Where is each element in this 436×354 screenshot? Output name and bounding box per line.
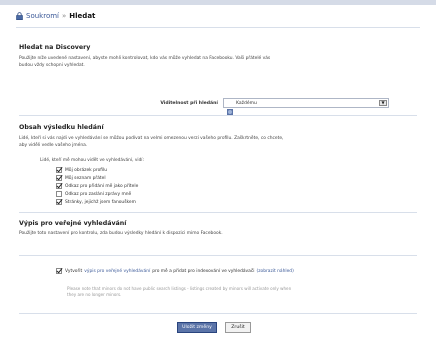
discovery-description-line: budou vždy schopni vyhledat. [19, 62, 85, 68]
preview-link[interactable]: (zobrazit náhled) [256, 269, 293, 274]
discovery-description: Použijte níže uvedené nastavení, abyste … [19, 56, 411, 69]
public-listing-middle: pro mě a přidat pro indexování ve vyhled… [152, 268, 255, 274]
checkbox[interactable] [56, 199, 62, 205]
minors-note-line: they are no longer minors. [67, 292, 122, 298]
results-description-line: Lidé, kteří si vás najdi ve vyhledávání … [19, 136, 284, 141]
breadcrumb-privacy-link[interactable]: Soukromí [26, 12, 59, 20]
section-divider [19, 212, 417, 213]
public-listing-checkbox[interactable] [56, 268, 62, 274]
checkbox[interactable] [56, 191, 62, 197]
visibility-selected-value: Každému [236, 100, 257, 106]
results-section-title: Obsah výsledku hledání [19, 124, 104, 131]
visibility-label: Viditelnost při hledání [160, 100, 218, 106]
public-section-title: Výpis pro veřejné vyhledávání [19, 220, 127, 227]
option-label: Můj obrázek profilu [65, 167, 108, 173]
minors-note: Please note that minors do not have publ… [67, 286, 407, 299]
public-listing-prefix: Vytvořit [65, 268, 83, 274]
checkbox[interactable] [56, 175, 62, 181]
results-sub-label: Lidé, kteří mě mohou vidět ve vyhledáván… [40, 158, 144, 163]
results-options-list: Můj obrázek profilu Můj seznam přátel Od… [56, 166, 138, 206]
option-profile-picture[interactable]: Můj obrázek profilu [56, 166, 138, 174]
breadcrumb-divider [16, 27, 420, 28]
top-bar [0, 0, 436, 5]
public-description: Použijte toto nastavení pro kontrolu, zd… [19, 231, 223, 236]
checkbox[interactable] [56, 167, 62, 173]
public-listing-row[interactable]: Vytvořit výpis pro veřejné vyhledávání p… [56, 268, 294, 274]
section-divider [19, 313, 417, 314]
checkbox[interactable] [56, 183, 62, 189]
visibility-row: Viditelnost při hledání Každému ▼ [140, 98, 389, 115]
option-label: Stránky, jejichž jsem fanouškem [65, 199, 136, 205]
results-description-line: aby viděli vedle vašeho jména. [19, 142, 88, 148]
lock-icon [16, 12, 23, 20]
globe-icon [227, 100, 233, 115]
public-listing-link[interactable]: výpis pro veřejné vyhledávání [84, 269, 150, 274]
page-title: Hledat [69, 12, 96, 20]
option-label: Můj seznam přátel [65, 175, 106, 181]
option-message-link[interactable]: Odkaz pro zaslání zprávy mně [56, 190, 138, 198]
chevron-down-icon[interactable]: ▼ [379, 100, 387, 106]
results-description: Lidé, kteří si vás najdi ve vyhledávání … [19, 136, 411, 149]
discovery-description-line: Použijte níže uvedené nastavení, abyste … [19, 56, 271, 61]
section-divider [19, 255, 417, 256]
save-changes-button[interactable]: Uložit změny [177, 322, 217, 333]
visibility-select[interactable]: Každému ▼ [223, 98, 389, 115]
breadcrumb: Soukromí » Hledat [16, 12, 95, 20]
option-label: Odkaz pro zaslání zprávy mně [65, 191, 132, 197]
option-add-friend-link[interactable]: Odkaz pro přidání mě jako přítele [56, 182, 138, 190]
cancel-button[interactable]: Zrušit [225, 322, 251, 333]
discovery-section-title: Hledat na Discovery [19, 44, 91, 51]
breadcrumb-separator: » [62, 12, 67, 20]
option-label: Odkaz pro přidání mě jako přítele [65, 183, 139, 189]
section-divider [19, 115, 417, 116]
option-fan-pages[interactable]: Stránky, jejichž jsem fanouškem [56, 198, 138, 206]
option-friends-list[interactable]: Můj seznam přátel [56, 174, 138, 182]
